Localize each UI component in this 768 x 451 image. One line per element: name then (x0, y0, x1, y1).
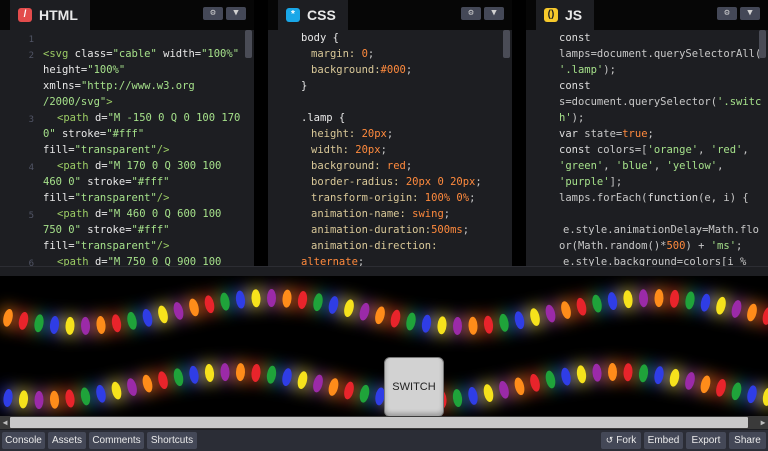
fork-button[interactable]: ↺ Fork (601, 432, 641, 449)
js-code-editor[interactable]: const lamps=document.querySelectorAll( '… (526, 30, 768, 266)
fork-label: Fork (616, 435, 637, 446)
preview-horizontal-scrollbar[interactable]: ◀ ▶ (0, 416, 768, 429)
css-settings-button[interactable]: ⚙ (461, 7, 481, 20)
js-pane: () JS ⚙ ▼ const lamps=document.querySele… (526, 0, 768, 266)
html-settings-button[interactable]: ⚙ (203, 7, 223, 20)
html-collapse-button[interactable]: ▼ (226, 7, 246, 20)
html-scrollbar[interactable] (245, 30, 252, 58)
tab-css[interactable]: * CSS (278, 0, 348, 30)
css-pane: * CSS ⚙ ▼ body { margin: 0; background:#… (268, 0, 512, 266)
preview-panel: SWITCH (0, 276, 768, 416)
export-button[interactable]: Export (686, 432, 726, 449)
scrollbar-thumb[interactable] (10, 417, 748, 428)
scroll-left-icon[interactable]: ◀ (0, 416, 10, 429)
embed-button[interactable]: Embed (644, 432, 683, 449)
scroll-right-icon[interactable]: ▶ (758, 416, 768, 429)
footer-bar: Console Assets Comments Shortcuts ↺ Fork… (0, 430, 768, 451)
html-icon: / (18, 8, 32, 22)
fork-icon: ↺ (605, 435, 614, 445)
js-pane-header: () JS ⚙ ▼ (526, 0, 768, 30)
html-code-editor[interactable]: 1 2 3 4 5 6 <svg class="cable" width="10… (0, 30, 254, 266)
comments-button[interactable]: Comments (89, 432, 144, 449)
css-pane-header: * CSS ⚙ ▼ (268, 0, 512, 30)
js-scrollbar[interactable] (759, 30, 766, 58)
shortcuts-button[interactable]: Shortcuts (147, 432, 197, 449)
console-button[interactable]: Console (2, 432, 45, 449)
tab-html-label: HTML (39, 7, 78, 23)
js-collapse-button[interactable]: ▼ (740, 7, 760, 20)
switch-button[interactable]: SWITCH (384, 357, 444, 416)
js-settings-button[interactable]: ⚙ (717, 7, 737, 20)
assets-button[interactable]: Assets (48, 432, 86, 449)
share-button[interactable]: Share (729, 432, 766, 449)
tab-js[interactable]: () JS (536, 0, 595, 30)
tab-css-label: CSS (307, 7, 336, 23)
editors: / HTML ⚙ ▼ 1 2 3 4 5 6 <svg class="cable… (0, 0, 768, 266)
css-scrollbar[interactable] (503, 30, 510, 58)
tab-js-label: JS (565, 7, 583, 23)
html-pane-header: / HTML ⚙ ▼ (0, 0, 254, 30)
tab-html[interactable]: / HTML (10, 0, 90, 30)
html-pane: / HTML ⚙ ▼ 1 2 3 4 5 6 <svg class="cable… (0, 0, 254, 266)
css-code-editor[interactable]: body { margin: 0; background:#000; } .la… (268, 30, 512, 266)
css-icon: * (286, 8, 300, 22)
js-icon: () (544, 8, 558, 22)
css-collapse-button[interactable]: ▼ (484, 7, 504, 20)
